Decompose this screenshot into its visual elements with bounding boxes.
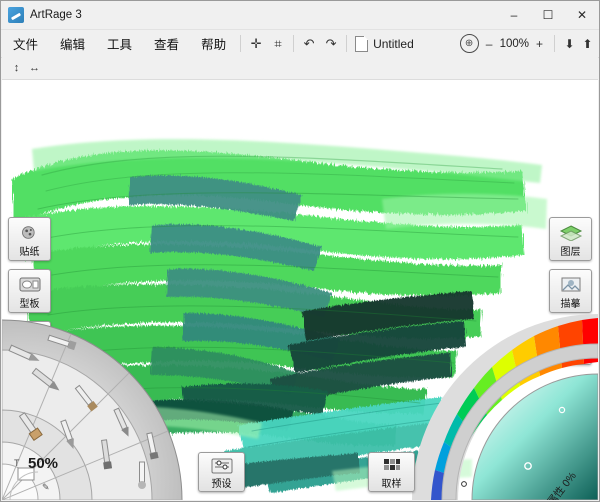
grid-icon[interactable]: ⌗ [267, 34, 289, 54]
sample-label: 取样 [381, 479, 402, 490]
preset-label: 预设 [211, 479, 232, 490]
sticker-icon [20, 218, 40, 247]
menu-help[interactable]: 帮助 [191, 31, 236, 56]
page-icon [355, 35, 369, 52]
tracing-image-icon [559, 270, 583, 299]
ruler-bar: ↕ ↔ [2, 57, 598, 80]
close-button[interactable]: ✕ [565, 1, 599, 29]
artrage-icon [8, 7, 24, 23]
menu-tools[interactable]: 工具 [97, 31, 142, 56]
menu-separator-4 [554, 35, 555, 52]
tool-wheel[interactable]: T ✎ [2, 314, 208, 500]
document-chip[interactable]: Untitled [351, 35, 414, 52]
preset-button[interactable]: 预设 [198, 452, 245, 492]
sample-grid-icon [380, 453, 404, 479]
sidebar-item-stencils[interactable]: 型板 [8, 269, 51, 313]
sidebar-item-layers[interactable]: 图层 [549, 217, 592, 261]
menu-edit[interactable]: 编辑 [50, 31, 95, 56]
window-controls: – ☐ ✕ [497, 1, 599, 29]
zoom-out-button[interactable]: – [482, 37, 497, 51]
menu-view[interactable]: 查看 [144, 31, 189, 56]
layers-icon [559, 218, 583, 247]
sidebar-label-stickers: 贴纸 [19, 247, 40, 258]
menu-separator-1 [240, 35, 242, 52]
sample-button[interactable]: 取样 [368, 452, 415, 492]
workspace: ↕ ↔ 贴纸 型板 图层 描摹 T ✎ 50% 预设 取样 金属性 0% [2, 57, 598, 500]
window-title: ArtRage 3 [30, 9, 82, 21]
minimize-button[interactable]: – [497, 1, 531, 29]
artrage-window: ArtRage 3 – ☐ ✕ 文件 编辑 工具 查看 帮助 ✛ ⌗ ↶ ↷ U… [0, 0, 600, 502]
menu-file[interactable]: 文件 [3, 31, 48, 56]
upload-icon[interactable]: ⬆ [580, 37, 595, 51]
sidebar-item-stickers[interactable]: 贴纸 [8, 217, 51, 261]
menu-bar: 文件 编辑 工具 查看 帮助 ✛ ⌗ ↶ ↷ Untitled ⊕ – 100%… [1, 30, 599, 58]
zoom-value: 100% [499, 37, 529, 50]
menu-separator-3 [346, 35, 348, 52]
sidebar-label-stencils: 型板 [19, 299, 40, 310]
sidebar-label-layers: 图层 [560, 247, 581, 258]
document-name: Untitled [373, 36, 414, 51]
download-icon[interactable]: ⬇ [562, 37, 577, 51]
fit-to-screen-icon[interactable]: ⊕ [459, 34, 479, 53]
preset-icon [210, 453, 234, 479]
stencil-icon [18, 270, 42, 299]
brush-size-value: 50% [28, 455, 59, 472]
redo-icon[interactable]: ↷ [320, 34, 342, 54]
vertical-ruler-icon[interactable]: ↕ [8, 60, 25, 76]
svg-text:✎: ✎ [42, 482, 50, 492]
zoom-controls: ⊕ – 100% + ⬇ ⬆ [459, 30, 595, 57]
horizontal-ruler-icon[interactable]: ↔ [26, 60, 43, 76]
sidebar-item-tracing[interactable]: 描摹 [549, 269, 592, 313]
title-bar: ArtRage 3 – ☐ ✕ [1, 1, 599, 30]
move-icon[interactable]: ✛ [245, 34, 267, 54]
zoom-in-button[interactable]: + [532, 37, 547, 51]
menu-separator-2 [293, 35, 295, 52]
maximize-button[interactable]: ☐ [531, 1, 565, 29]
sidebar-label-tracing: 描摹 [560, 299, 581, 310]
undo-icon[interactable]: ↶ [298, 34, 320, 54]
svg-text:T: T [14, 458, 20, 468]
